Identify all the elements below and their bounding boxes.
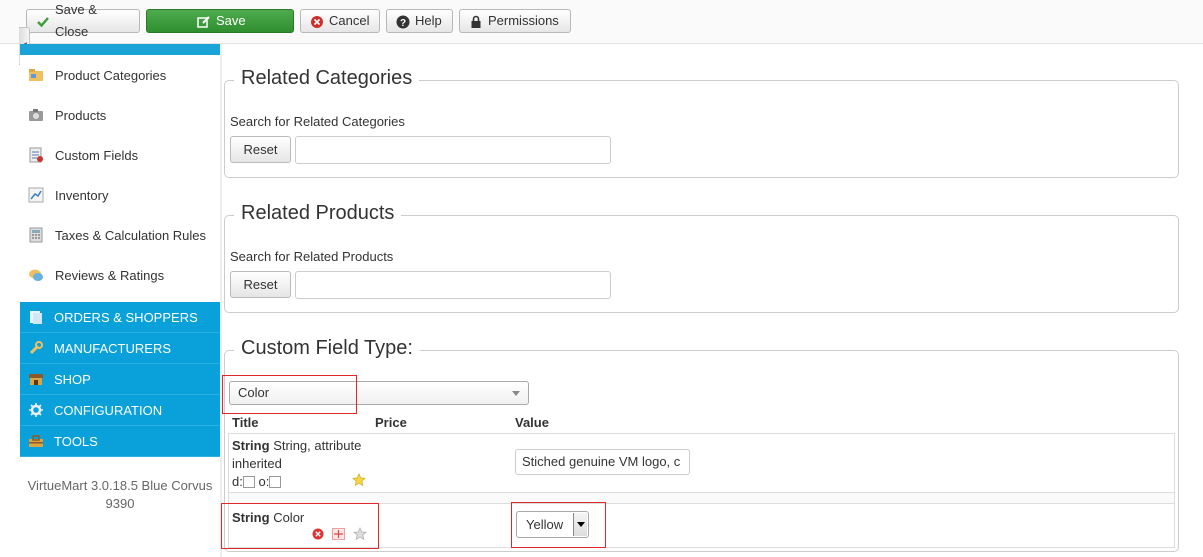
edit-icon <box>197 14 211 28</box>
sidebar-item-inventory[interactable]: Inventory <box>20 175 220 215</box>
lock-icon <box>469 14 483 28</box>
highlight-box-type-select <box>222 375 357 414</box>
related-categories-search-input[interactable] <box>295 136 611 164</box>
sidebar-section-tools[interactable]: TOOLS <box>20 426 220 457</box>
version-info: VirtueMart 3.0.18.5 Blue Corvus 9390 <box>20 477 220 513</box>
custom-field-type-legend: Custom Field Type: <box>234 337 420 360</box>
related-products-search-label: Search for Related Products <box>230 249 394 264</box>
related-products-search-input[interactable] <box>295 271 611 299</box>
sidebar-section-label: TOOLS <box>54 433 98 449</box>
related-categories-fieldset: Related Categories Search for Related Ca… <box>224 67 1179 178</box>
sidebar-item-custom-fields[interactable]: Custom Fields <box>20 135 220 175</box>
o-label: o: <box>258 474 270 489</box>
sidebar-item-label: Products <box>55 107 107 123</box>
custom-field-row <box>228 433 1175 493</box>
related-products-fieldset: Related Products Search for Related Prod… <box>224 202 1179 313</box>
checkmark-icon <box>36 14 50 28</box>
sidebar-item-label: Inventory <box>55 187 109 203</box>
save-close-button[interactable]: Save & Close <box>26 2 140 39</box>
d-label: d: <box>232 474 243 489</box>
cancel-icon <box>310 14 324 28</box>
save-label: Save <box>216 13 246 28</box>
toolbox-icon <box>28 433 44 449</box>
sidebar-section-label: CONFIGURATION <box>54 402 163 418</box>
sidebar-section-configuration[interactable]: CONFIGURATION <box>20 395 220 426</box>
sidebar-divider <box>220 44 222 557</box>
configuration-icon <box>28 402 44 418</box>
camera-icon <box>28 107 44 123</box>
list-icon <box>28 147 44 163</box>
sidebar-item-product-categories[interactable]: Product Categories <box>20 55 220 95</box>
chart-icon <box>28 187 44 203</box>
sidebar-section-manufacturers[interactable]: MANUFACTURERS <box>20 333 220 364</box>
highlight-box-value <box>511 502 606 548</box>
permissions-label: Permissions <box>488 13 559 28</box>
help-button[interactable]: ? Help <box>386 9 453 33</box>
related-categories-search-label: Search for Related Categories <box>230 114 405 129</box>
related-products-legend: Related Products <box>234 202 402 225</box>
orders-icon <box>28 309 44 325</box>
custom-field-title: String String, attribute inherited d: o: <box>232 437 361 491</box>
o-checkbox[interactable] <box>269 476 282 488</box>
sidebar-item-reviews[interactable]: Reviews & Ratings <box>20 255 220 295</box>
custom-field-name: String, attribute <box>273 438 362 453</box>
version-line: VirtueMart 3.0.18.5 Blue Corvus <box>27 478 213 493</box>
version-build: 9390 <box>105 496 135 511</box>
sidebar-item-label: Product Categories <box>55 67 167 83</box>
column-header-title: Title <box>232 415 259 430</box>
sidebar: Product Categories Products Custom Field… <box>20 44 220 557</box>
permissions-button[interactable]: Permissions <box>459 9 571 33</box>
sidebar-top-bar <box>20 44 220 55</box>
save-close-label: Save & Close <box>55 2 97 39</box>
save-button[interactable]: Save <box>146 9 294 33</box>
sidebar-item-products[interactable]: Products <box>20 95 220 135</box>
shop-icon <box>28 371 44 387</box>
cancel-button[interactable]: Cancel <box>300 9 380 33</box>
related-categories-legend: Related Categories <box>234 67 420 90</box>
column-header-price: Price <box>375 415 407 430</box>
speech-bubble-icon <box>28 267 44 283</box>
highlight-box-title <box>221 503 379 549</box>
wrench-icon <box>28 340 44 356</box>
sidebar-item-label: Custom Fields <box>55 147 139 163</box>
sidebar-section-orders[interactable]: ORDERS & SHOPPERS <box>20 302 220 333</box>
chevron-down-icon <box>512 391 520 396</box>
svg-text:?: ? <box>400 18 406 29</box>
column-header-value: Value <box>515 415 549 430</box>
help-label: Help <box>415 13 442 28</box>
sidebar-section-label: SHOP <box>54 371 91 387</box>
sidebar-section-shop[interactable]: SHOP <box>20 364 220 395</box>
toolbar: Save & Close Save Cancel ? Help Permissi… <box>0 0 1203 44</box>
d-checkbox[interactable] <box>242 476 255 488</box>
related-categories-reset-button[interactable]: Reset <box>230 136 291 163</box>
question-icon: ? <box>396 14 410 29</box>
sidebar-section-label: ORDERS & SHOPPERS <box>54 309 198 325</box>
star-icon[interactable] <box>352 473 366 490</box>
cancel-label: Cancel <box>329 13 370 28</box>
related-products-reset-button[interactable]: Reset <box>230 271 291 298</box>
folder-icon <box>28 67 44 83</box>
sidebar-section-label: MANUFACTURERS <box>54 340 172 356</box>
sidebar-item-taxes[interactable]: Taxes & Calculation Rules <box>20 215 220 255</box>
custom-field-type: String <box>232 438 270 453</box>
sidebar-item-label: Taxes & Calculation Rules <box>55 227 207 243</box>
calculator-icon <box>28 227 44 243</box>
custom-field-value-input[interactable]: Stiched genuine VM logo, c <box>515 449 690 475</box>
sidebar-item-label: Reviews & Ratings <box>55 267 165 283</box>
custom-field-name-line2: inherited <box>232 456 282 471</box>
row-separator <box>228 493 1175 503</box>
